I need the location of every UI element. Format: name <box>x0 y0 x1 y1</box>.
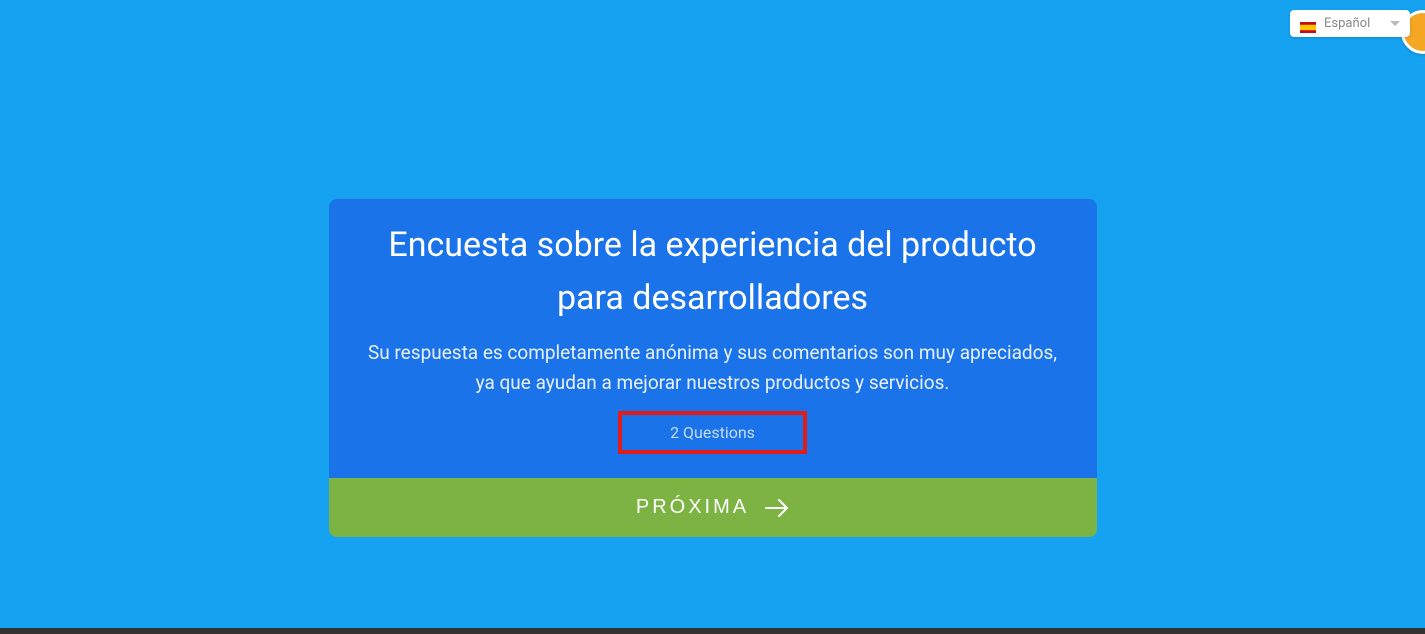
spain-flag-icon <box>1300 18 1316 29</box>
next-button[interactable]: PRÓXIMA <box>329 478 1097 537</box>
bottom-bar <box>0 628 1425 634</box>
survey-card: Encuesta sobre la experiencia del produc… <box>329 199 1097 537</box>
language-label: Español <box>1324 16 1382 31</box>
language-selector[interactable]: Español <box>1290 10 1410 37</box>
survey-card-body: Encuesta sobre la experiencia del produc… <box>329 199 1097 478</box>
survey-title: Encuesta sobre la experiencia del produc… <box>357 219 1069 324</box>
questions-count-highlight: 2 Questions <box>618 411 807 454</box>
survey-description: Su respuesta es completamente anónima y … <box>357 338 1069 397</box>
next-button-label: PRÓXIMA <box>636 496 749 519</box>
chevron-down-icon <box>1390 21 1400 26</box>
arrow-right-icon <box>765 499 789 517</box>
